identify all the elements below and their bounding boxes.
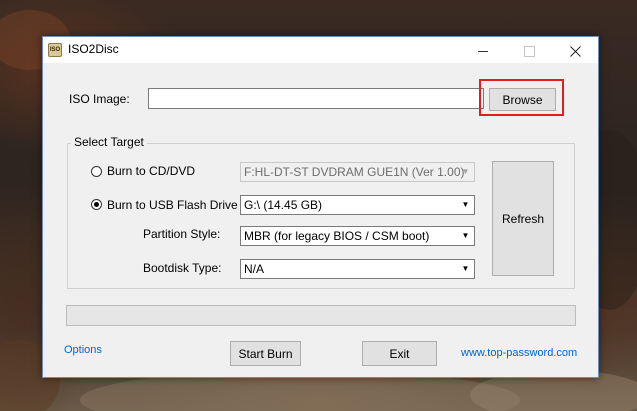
start-burn-button[interactable]: Start Burn [230,341,301,366]
title-bar[interactable]: ISO ISO2Disc [43,37,598,63]
window-title: ISO2Disc [68,42,119,56]
iso-image-input[interactable] [148,88,484,109]
options-link[interactable]: Options [64,344,102,356]
refresh-button[interactable]: Refresh [492,161,554,276]
minimize-icon [478,50,488,52]
minimize-button[interactable] [460,37,506,63]
burn-usb-label[interactable]: Burn to USB Flash Drive [107,198,238,212]
partition-style-label: Partition Style: [143,227,221,241]
usb-drive-value: G:\ (14.45 GB) [244,198,323,212]
iso2disc-window: ISO ISO2Disc ISO Image: Browse Select Ta… [42,36,599,378]
close-button[interactable] [552,37,598,63]
bootdisk-type-label: Bootdisk Type: [143,261,222,275]
maximize-button[interactable] [506,37,552,63]
website-link[interactable]: www.top-password.com [461,347,577,359]
maximize-icon [523,45,535,57]
close-icon [569,45,581,57]
browse-button[interactable]: Browse [489,88,556,111]
chevron-down-icon: ▼ [461,167,470,176]
partition-style-value: MBR (for legacy BIOS / CSM boot) [244,229,430,243]
chevron-down-icon: ▼ [461,200,470,209]
usb-drive-select[interactable]: G:\ (14.45 GB) ▼ [240,195,475,215]
partition-style-select[interactable]: MBR (for legacy BIOS / CSM boot) ▼ [240,226,475,246]
exit-button[interactable]: Exit [362,341,437,366]
burn-cd-radio[interactable] [91,166,102,177]
chevron-down-icon: ▼ [461,231,470,240]
burn-usb-radio[interactable] [91,199,102,210]
burn-progress-bar [66,305,576,326]
bootdisk-type-value: N/A [244,262,265,276]
cd-drive-select[interactable]: F:HL-DT-ST DVDRAM GUE1N (Ver 1.00) ▼ [240,162,475,182]
app-icon: ISO [48,43,62,57]
select-target-title: Select Target [71,135,147,149]
iso-image-label: ISO Image: [69,92,130,106]
bootdisk-type-select[interactable]: N/A ▼ [240,259,475,279]
cd-drive-value: F:HL-DT-ST DVDRAM GUE1N (Ver 1.00) [244,165,465,179]
burn-cd-label[interactable]: Burn to CD/DVD [107,164,195,178]
chevron-down-icon: ▼ [461,264,470,273]
